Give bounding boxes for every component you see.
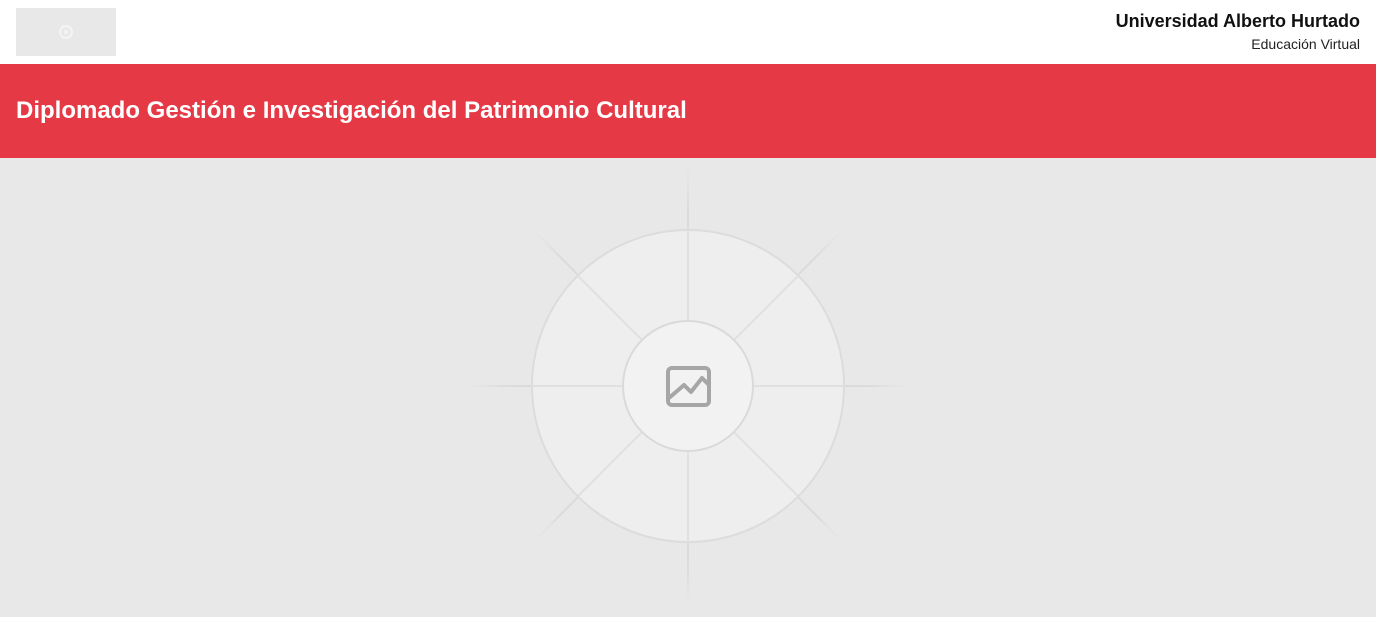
- course-banner: Diplomado Gestión e Investigación del Pa…: [0, 64, 1376, 158]
- site-header: Universidad Alberto Hurtado Educación Vi…: [0, 0, 1376, 64]
- spinner-icon: [59, 25, 73, 39]
- institution-name: Universidad Alberto Hurtado: [1115, 11, 1360, 31]
- placeholder-graphic: [460, 158, 916, 617]
- institution-brand: Universidad Alberto Hurtado Educación Vi…: [1116, 10, 1360, 53]
- logo-placeholder[interactable]: [16, 8, 116, 56]
- course-title: Diplomado Gestión e Investigación del Pa…: [16, 97, 687, 124]
- hero-image-placeholder: [0, 158, 1376, 617]
- department-name: Educación Virtual: [1251, 36, 1360, 52]
